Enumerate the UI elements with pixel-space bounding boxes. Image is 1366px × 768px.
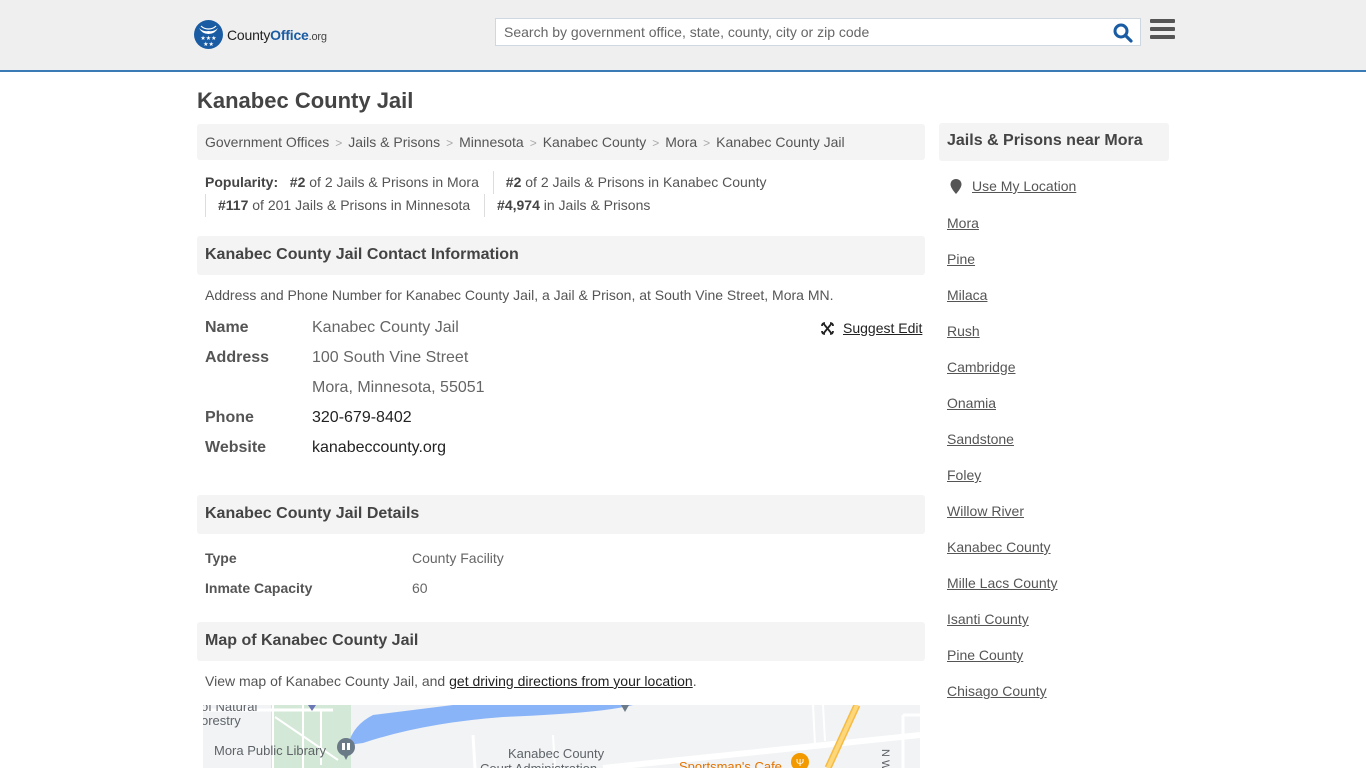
list-item: Kanabec County	[947, 538, 1058, 574]
breadcrumb-separator: >	[335, 136, 343, 150]
menu-bar-icon	[1150, 35, 1175, 39]
nearby-link-mille-lacs-county[interactable]: Mille Lacs County	[947, 575, 1058, 591]
hamburger-menu-button[interactable]	[1150, 19, 1175, 42]
svg-text:Ψ: Ψ	[796, 758, 804, 768]
nearby-link-chisago-county[interactable]: Chisago County	[947, 683, 1047, 699]
list-item: Pine	[947, 250, 1058, 286]
nearby-link-foley[interactable]: Foley	[947, 467, 981, 483]
search-input[interactable]	[496, 19, 1106, 45]
nearby-link-pine[interactable]: Pine	[947, 251, 975, 267]
map-description: View map of Kanabec County Jail, and get…	[205, 673, 697, 689]
detail-value-type: County Facility	[412, 550, 504, 566]
nearby-link-kanabec-county[interactable]: Kanabec County	[947, 539, 1051, 555]
list-item: Cambridge	[947, 358, 1058, 394]
eagle-logo-icon: ★★★ ★★	[194, 20, 223, 49]
use-my-location-label: Use My Location	[972, 178, 1077, 194]
detail-label-type: Type	[205, 550, 237, 566]
detail-value-capacity: 60	[412, 580, 428, 596]
list-item: Mora	[947, 214, 1058, 250]
nearby-link-isanti-county[interactable]: Isanti County	[947, 611, 1029, 627]
list-item: Pine County	[947, 646, 1058, 682]
name-label: Name	[205, 319, 249, 336]
map-label-court-2: Court Administration	[480, 761, 597, 768]
page-title: Kanabec County Jail	[197, 88, 414, 113]
nearby-link-onamia[interactable]: Onamia	[947, 395, 996, 411]
nearby-link-mora[interactable]: Mora	[947, 215, 979, 231]
address-line2: Mora, Minnesota, 55051	[312, 379, 485, 396]
use-my-location-link[interactable]: Use My Location	[950, 178, 1076, 194]
map-label-library: Mora Public Library	[214, 743, 326, 758]
broken-link-icon	[821, 321, 834, 335]
details-heading: Kanabec County Jail Details	[197, 495, 925, 534]
svg-text:★★★: ★★★	[200, 35, 216, 42]
breadcrumb-item-government-offices[interactable]: Government Offices	[205, 134, 329, 150]
popularity-item: #2 of 2 Jails & Prisons in Mora	[289, 174, 479, 190]
breadcrumb-item-kanabec-county[interactable]: Kanabec County	[543, 134, 647, 150]
contact-info-heading: Kanabec County Jail Contact Information	[197, 236, 925, 275]
breadcrumb-item-mora[interactable]: Mora	[665, 134, 697, 150]
list-item: Onamia	[947, 394, 1058, 430]
detail-label-capacity: Inmate Capacity	[205, 580, 313, 596]
address-line1: 100 South Vine Street	[312, 349, 469, 366]
site-header: ★★★ ★★ CountyOffice.org	[0, 0, 1366, 72]
map-label-forestry-2: orestry	[203, 713, 241, 728]
logo-wordmark: CountyOffice.org	[227, 26, 327, 43]
nearby-link-milaca[interactable]: Milaca	[947, 287, 987, 303]
list-item: Chisago County	[947, 682, 1058, 718]
suggest-edit-button[interactable]: Suggest Edit	[820, 320, 922, 336]
menu-bar-icon	[1150, 27, 1175, 31]
embedded-map[interactable]: Ψ of Natural orestry Mora Public Library…	[203, 705, 920, 768]
popularity-rankings: Popularity: #2 of 2 Jails & Prisons in M…	[205, 171, 925, 217]
website-link[interactable]: kanabeccounty.org	[312, 439, 446, 456]
map-label-cafe: Sportsman's Cafe	[679, 759, 782, 768]
nearby-link-willow-river[interactable]: Willow River	[947, 503, 1024, 519]
breadcrumb-separator: >	[446, 136, 454, 150]
breadcrumb-separator: >	[652, 136, 660, 150]
map-heading: Map of Kanabec County Jail	[197, 622, 925, 661]
breadcrumb-separator: >	[529, 136, 537, 150]
popularity-item: #4,974 in Jails & Prisons	[484, 194, 650, 217]
driving-directions-link[interactable]: get driving directions from your locatio…	[449, 673, 693, 689]
breadcrumb-item-minnesota[interactable]: Minnesota	[459, 134, 524, 150]
list-item: Isanti County	[947, 610, 1058, 646]
site-logo[interactable]: ★★★ ★★ CountyOffice.org	[194, 20, 327, 49]
list-item: Sandstone	[947, 430, 1058, 466]
popularity-item: #117 of 201 Jails & Prisons in Minnesota	[205, 194, 470, 217]
suggest-edit-label: Suggest Edit	[843, 320, 923, 336]
address-label: Address	[205, 349, 270, 366]
list-item: Willow River	[947, 502, 1058, 538]
map-label-street: N Wa	[879, 749, 891, 768]
breadcrumb-separator: >	[703, 136, 711, 150]
breadcrumb: Government Offices > Jails & Prisons > Minne…	[197, 124, 925, 160]
menu-bar-icon	[1150, 19, 1175, 23]
nearby-list: Mora Pine Milaca Rush Cambridge Onamia S…	[947, 214, 1058, 718]
map-label-court: Kanabec County	[508, 746, 605, 761]
phone-label: Phone	[205, 409, 254, 426]
popularity-item: #2 of 2 Jails & Prisons in Kanabec Count…	[492, 171, 767, 194]
nearby-link-sandstone[interactable]: Sandstone	[947, 431, 1014, 447]
website-label: Website	[205, 439, 267, 456]
list-item: Rush	[947, 322, 1058, 358]
breadcrumb-item-current: Kanabec County Jail	[716, 134, 845, 150]
phone-link[interactable]: 320-679-8402	[312, 409, 412, 426]
location-pin-icon	[950, 178, 962, 194]
search-icon	[1113, 23, 1133, 43]
contact-description: Address and Phone Number for Kanabec Cou…	[205, 287, 834, 303]
svg-text:★★: ★★	[203, 41, 214, 48]
name-value: Kanabec County Jail	[312, 319, 459, 336]
search-bar	[495, 18, 1141, 46]
nearby-link-cambridge[interactable]: Cambridge	[947, 359, 1015, 375]
list-item: Foley	[947, 466, 1058, 502]
search-button[interactable]	[1112, 22, 1134, 44]
popularity-label: Popularity:	[205, 174, 279, 190]
breadcrumb-item-jails-prisons[interactable]: Jails & Prisons	[348, 134, 440, 150]
list-item: Mille Lacs County	[947, 574, 1058, 610]
nearby-link-rush[interactable]: Rush	[947, 323, 980, 339]
nearby-link-pine-county[interactable]: Pine County	[947, 647, 1023, 663]
list-item: Milaca	[947, 286, 1058, 322]
sidebar-heading: Jails & Prisons near Mora	[939, 123, 1169, 161]
